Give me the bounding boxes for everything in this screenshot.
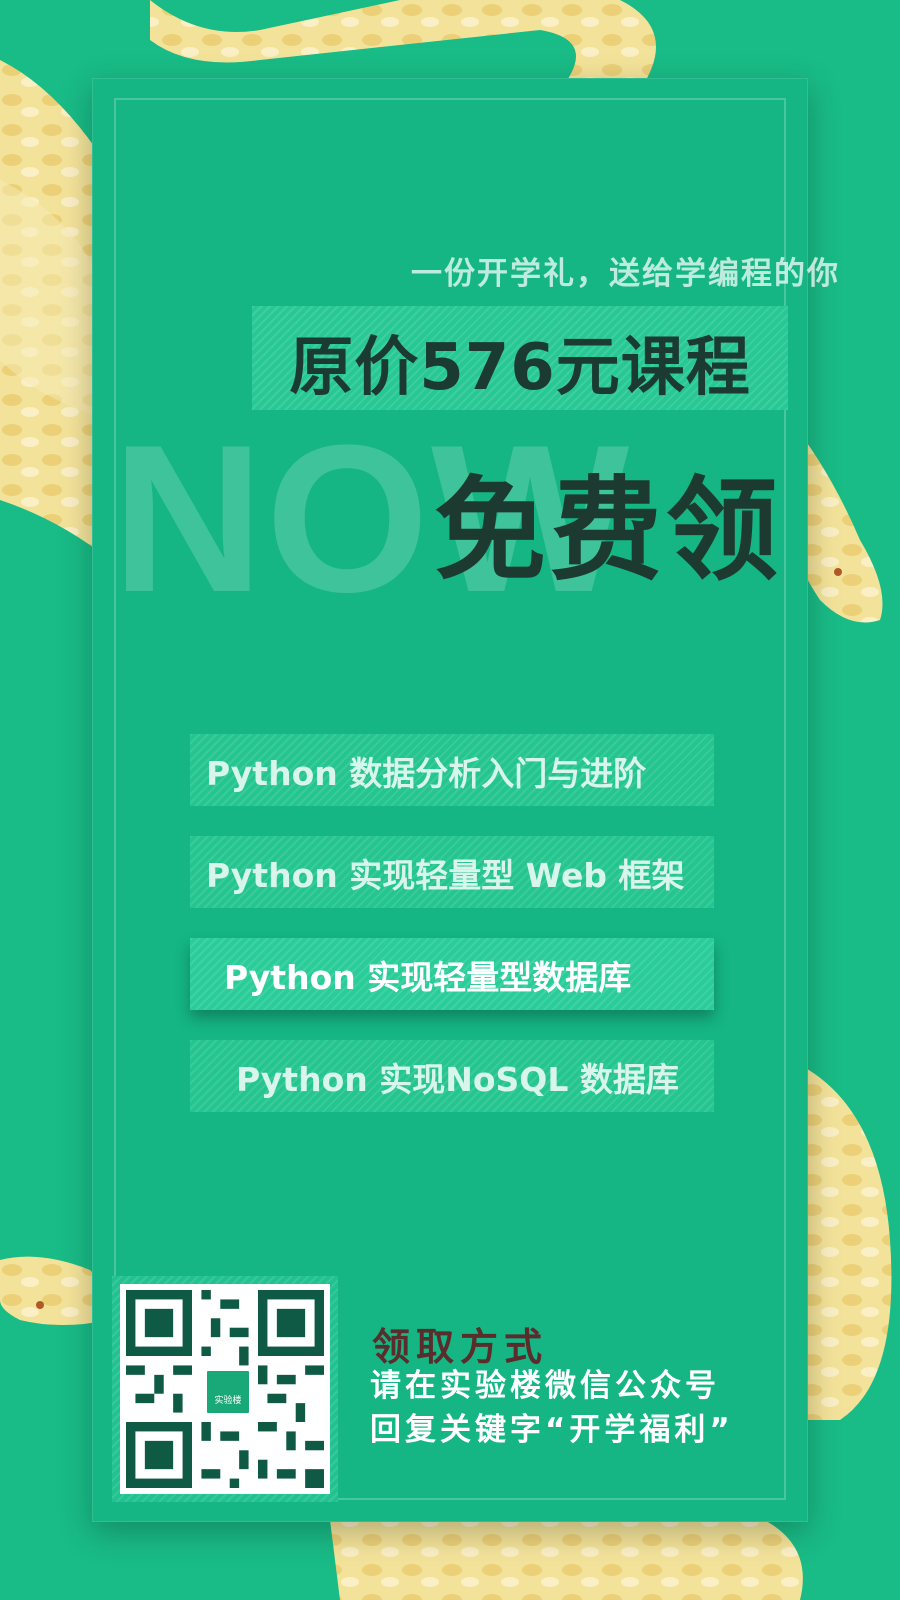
course-label: Python 实现轻量型数据库 <box>224 958 632 997</box>
qr-code[interactable]: 实验楼 <box>120 1284 330 1494</box>
course-item[interactable]: Python 实现NoSQL 数据库 <box>190 1040 714 1112</box>
claim-instruction-line-1: 请在实验楼微信公众号 <box>370 1368 720 1404</box>
price-text: 原价576元课程 <box>289 331 751 405</box>
course-label: Python 数据分析入门与进阶 <box>206 754 647 793</box>
course-label: Python 实现轻量型 Web 框架 <box>206 856 685 895</box>
claim-instruction-line-2: 回复关键字“开学福利” <box>370 1412 734 1448</box>
qr-frame: 实验楼 <box>112 1276 338 1502</box>
course-item-highlighted[interactable]: Python 实现轻量型数据库 <box>190 938 714 1010</box>
course-item[interactable]: Python 数据分析入门与进阶 <box>190 734 714 806</box>
free-label: 免费领 <box>434 466 782 596</box>
qr-logo: 实验楼 <box>204 1368 252 1416</box>
subtitle: 一份开学礼，送给学编程的你 <box>411 256 840 292</box>
course-label: Python 实现NoSQL 数据库 <box>236 1060 679 1099</box>
price-banner: 原价576元课程 <box>252 306 788 410</box>
course-item[interactable]: Python 实现轻量型 Web 框架 <box>190 836 714 908</box>
